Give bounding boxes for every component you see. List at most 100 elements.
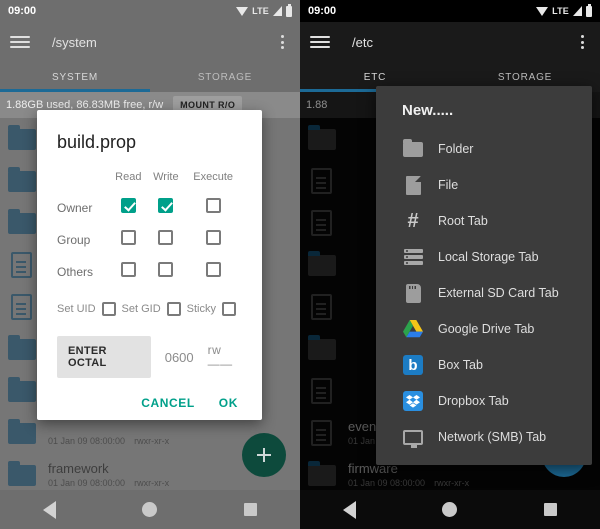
wifi-icon bbox=[236, 6, 249, 16]
table-header-row: Read Write Execute bbox=[57, 171, 242, 192]
symbolic-permissions: rw—— bbox=[207, 343, 233, 371]
file-icon bbox=[8, 294, 38, 320]
file-glyph bbox=[311, 210, 332, 236]
menu-item-dropbox-tab[interactable]: Dropbox Tab bbox=[376, 383, 592, 419]
google-drive-icon bbox=[402, 318, 424, 340]
file-icon bbox=[402, 174, 424, 196]
file-permissions: rwxr-xr-x bbox=[434, 477, 470, 488]
menu-item-label: File bbox=[438, 178, 459, 192]
storage-info: 1.88 bbox=[306, 99, 328, 111]
wifi-icon bbox=[536, 6, 549, 16]
folder-glyph bbox=[308, 251, 336, 276]
checkbox-owner-execute[interactable] bbox=[205, 198, 221, 213]
file-icon bbox=[8, 252, 38, 278]
cancel-button[interactable]: CANCEL bbox=[141, 396, 195, 410]
recents-icon[interactable] bbox=[543, 503, 557, 516]
status-bar-left: 09:00 LTE bbox=[0, 0, 300, 22]
checkbox-owner-write[interactable] bbox=[158, 198, 174, 213]
menu-title: New..... bbox=[402, 102, 454, 119]
permission-cell bbox=[147, 192, 184, 224]
file-date: 01 Jan 09 08:00:00 bbox=[348, 477, 426, 488]
header-blank bbox=[57, 171, 109, 192]
menu-item-local-storage-tab[interactable]: Local Storage Tab bbox=[376, 239, 592, 275]
folder-icon bbox=[308, 461, 338, 488]
add-fab-left[interactable] bbox=[242, 433, 286, 477]
file-icon bbox=[308, 210, 338, 236]
menu-item-folder[interactable]: Folder bbox=[376, 131, 592, 167]
enter-octal-button[interactable]: ENTER OCTAL bbox=[57, 336, 151, 378]
folder-icon bbox=[8, 419, 38, 446]
overflow-menu-icon[interactable] bbox=[274, 35, 290, 49]
status-icons: LTE bbox=[236, 3, 292, 17]
file-icon-glyph bbox=[405, 175, 421, 195]
signal-bars-icon bbox=[273, 6, 282, 16]
folder-glyph bbox=[8, 167, 36, 192]
octal-row: ENTER OCTAL 0600 rw—— bbox=[57, 336, 242, 378]
home-icon[interactable] bbox=[442, 502, 458, 517]
checkbox-owner-read[interactable] bbox=[120, 198, 136, 213]
menu-icon[interactable] bbox=[10, 36, 30, 48]
back-icon[interactable] bbox=[343, 500, 357, 519]
menu-item-file[interactable]: File bbox=[376, 167, 592, 203]
file-date: 01 Jan 09 08:00:00 bbox=[48, 477, 126, 488]
folder-glyph bbox=[8, 335, 36, 360]
checkbox-set-uid[interactable] bbox=[101, 302, 116, 316]
tab-storage[interactable]: STORAGE bbox=[150, 62, 300, 92]
permission-cell bbox=[109, 224, 147, 256]
box-icon: b bbox=[402, 354, 424, 376]
status-bar-right: 09:00 LTE bbox=[300, 0, 600, 22]
home-icon[interactable] bbox=[142, 502, 158, 517]
checkbox-others-execute[interactable] bbox=[205, 262, 221, 277]
permission-cell bbox=[109, 256, 147, 288]
header-write: Write bbox=[153, 171, 179, 183]
checkbox-others-read[interactable] bbox=[120, 262, 136, 277]
menu-item-label: Local Storage Tab bbox=[438, 250, 539, 264]
android-nav-bar-right bbox=[300, 490, 600, 529]
permission-cell bbox=[184, 224, 242, 256]
file-date: 01 Jan 09 08:00:00 bbox=[48, 435, 126, 446]
file-glyph bbox=[311, 294, 332, 320]
permissions-dialog: build.prop Read Write Execute Owner Group… bbox=[37, 110, 262, 420]
ok-button[interactable]: OK bbox=[219, 396, 238, 410]
status-time: 09:00 bbox=[8, 5, 37, 17]
right-phone-screen: 09:00 LTE /etc ETC STORAGE 1.88 event_lo… bbox=[300, 0, 600, 529]
current-path: /etc bbox=[352, 34, 373, 50]
dropbox-icon bbox=[402, 390, 424, 412]
back-icon[interactable] bbox=[43, 500, 57, 519]
checkbox-sticky[interactable] bbox=[221, 302, 236, 316]
file-glyph bbox=[11, 252, 32, 278]
file-glyph bbox=[311, 168, 332, 194]
tab-system[interactable]: SYSTEM bbox=[0, 62, 150, 92]
checkbox-group-execute[interactable] bbox=[205, 230, 221, 245]
menu-item-google-drive-tab[interactable]: Google Drive Tab bbox=[376, 311, 592, 347]
current-path: /system bbox=[52, 34, 97, 50]
battery-icon bbox=[586, 3, 592, 17]
permission-cell bbox=[184, 256, 242, 288]
checkbox-group-read[interactable] bbox=[120, 230, 136, 245]
storage-list-icon bbox=[402, 246, 424, 268]
monitor-icon bbox=[402, 426, 424, 448]
menu-item-root-tab[interactable]: # Root Tab bbox=[376, 203, 592, 239]
permission-row-label: Group bbox=[57, 233, 91, 247]
folder-icon bbox=[8, 461, 38, 488]
octal-value: 0600 bbox=[164, 349, 194, 365]
recents-icon[interactable] bbox=[243, 503, 257, 516]
special-bit-label: Set UID bbox=[57, 303, 96, 315]
menu-item-external-sd-card-tab[interactable]: External SD Card Tab bbox=[376, 275, 592, 311]
checkbox-group-write[interactable] bbox=[158, 230, 174, 245]
file-icon bbox=[308, 168, 338, 194]
hash-icon-glyph: # bbox=[407, 210, 419, 232]
menu-item-network-smb-tab[interactable]: Network (SMB) Tab bbox=[376, 419, 592, 455]
app-bar-right: /etc bbox=[300, 22, 600, 62]
sd-card-icon bbox=[402, 282, 424, 304]
folder-glyph bbox=[308, 461, 336, 486]
overflow-menu-icon[interactable] bbox=[574, 35, 590, 49]
checkbox-set-gid[interactable] bbox=[166, 302, 181, 316]
hash-icon: # bbox=[402, 210, 424, 232]
menu-item-box-tab[interactable]: b Box Tab bbox=[376, 347, 592, 383]
android-nav-bar-left bbox=[0, 490, 300, 529]
checkbox-others-write[interactable] bbox=[158, 262, 174, 277]
menu-icon[interactable] bbox=[310, 36, 330, 48]
folder-icon bbox=[8, 209, 38, 236]
app-bar-left: /system bbox=[0, 22, 300, 62]
